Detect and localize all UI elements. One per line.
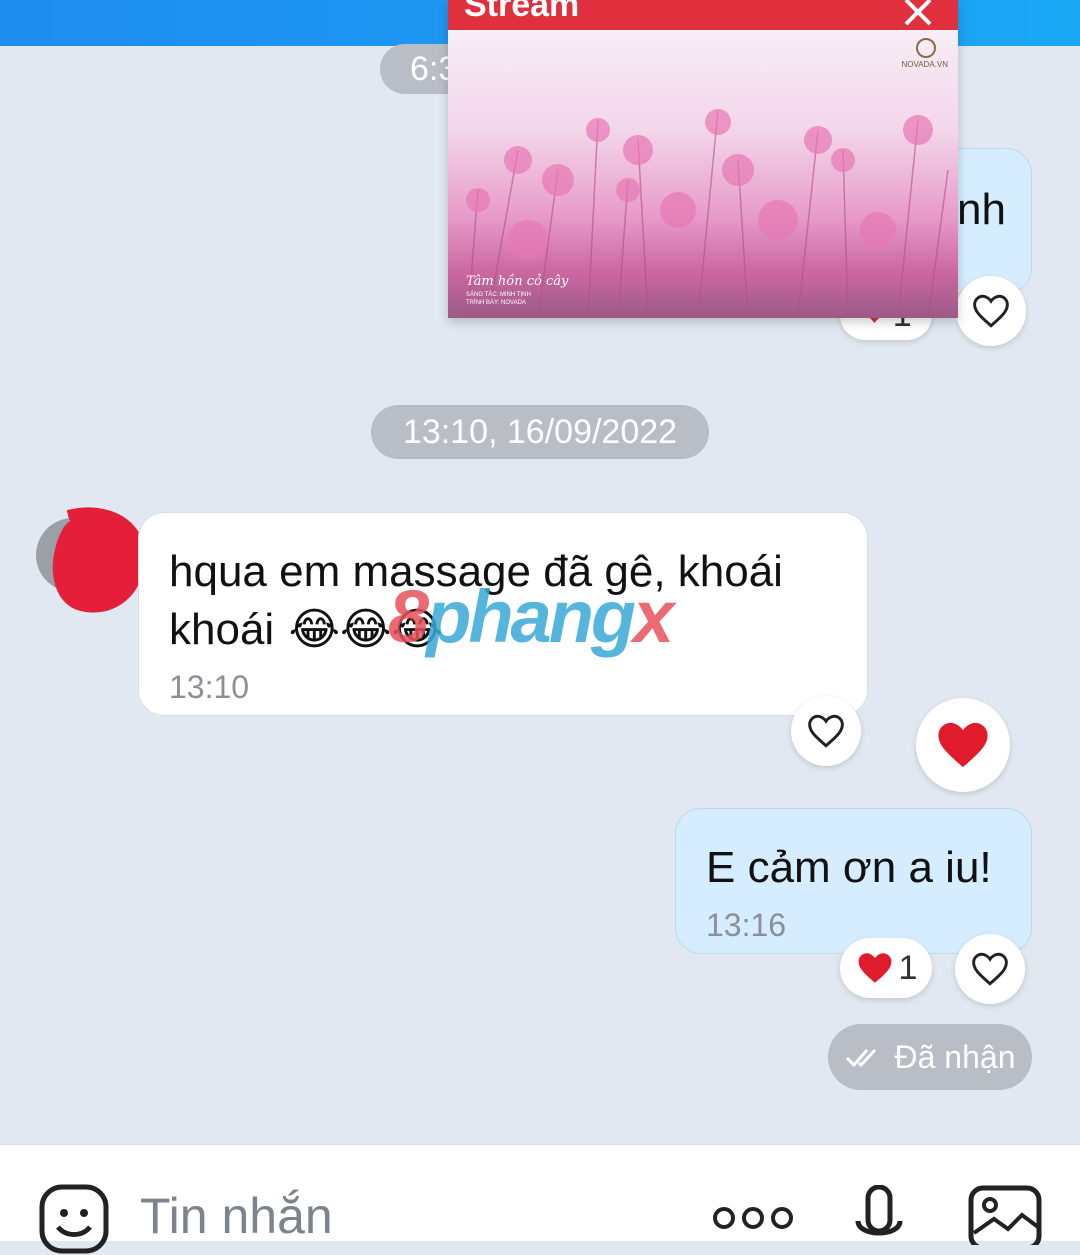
double-check-icon <box>845 1048 876 1068</box>
delivery-status-badge: Đã nhận <box>828 1024 1032 1090</box>
outgoing-message-time: 13:16 <box>706 907 787 943</box>
heart-outline-icon <box>973 294 1009 328</box>
incoming-message-line-2-text: khoái <box>169 605 275 654</box>
heart-filled-icon <box>858 953 891 983</box>
avatar-redaction-scribble <box>52 507 146 613</box>
stream-thumbnail-image[interactable]: NOVADA.VN Tâm hồn cỏ cây SÁNG TÁC: MINH … <box>448 30 958 318</box>
heart-reaction-button[interactable] <box>916 698 1010 792</box>
stream-caption-script: Tâm hồn cỏ cây <box>466 274 569 289</box>
stream-brand-watermark: NOVADA.VN <box>901 60 948 69</box>
incoming-message-line-1: hqua em massage đã gê, khoái <box>169 547 783 596</box>
outgoing-message-text: E cảm ơn a iu! <box>706 843 992 892</box>
heart-filled-icon <box>938 722 988 768</box>
incoming-message-time: 13:10 <box>169 669 250 705</box>
stream-title: Stream <box>464 0 580 24</box>
like-button-incoming[interactable] <box>791 696 861 766</box>
more-options-icon[interactable] <box>712 1203 794 1233</box>
outgoing-reaction-pill[interactable]: 1 <box>840 938 932 998</box>
heart-outline-icon <box>808 714 844 748</box>
delivery-status-text: Đã nhận <box>894 1038 1016 1075</box>
date-separator-text: 13:10, 16/09/2022 <box>402 412 678 451</box>
stream-caption-line-1: SÁNG TÁC: MINH TỊNH <box>466 292 531 298</box>
heart-outline-icon <box>972 952 1008 986</box>
like-button-outgoing[interactable] <box>955 934 1025 1004</box>
laughing-emoji-group: 😂😂😂 <box>288 605 443 654</box>
close-icon[interactable] <box>900 0 936 30</box>
stream-popup[interactable]: Stream NOVADA.VN Tâm hồn cỏ cây SÁNG TÁC… <box>448 0 958 318</box>
incoming-message-line-2: khoái 😂😂😂 <box>169 601 443 659</box>
message-input-field[interactable]: Tin nhắn <box>140 1187 333 1245</box>
outgoing-message-bubble[interactable]: E cảm ơn a iu! 13:16 <box>675 808 1032 954</box>
stream-header: Stream <box>448 0 958 30</box>
incoming-message-bubble[interactable]: hqua em massage đã gê, khoái khoái 😂😂😂 1… <box>138 512 868 716</box>
stream-caption-line-2: TRÌNH BÀY: NOVADA <box>466 300 526 306</box>
like-button-top[interactable] <box>956 276 1026 346</box>
partial-bubble-text: nh <box>957 185 1006 234</box>
outgoing-reaction-count: 1 <box>898 948 918 987</box>
sticker-face-icon[interactable] <box>38 1183 110 1255</box>
image-gallery-icon[interactable] <box>968 1185 1042 1245</box>
microphone-icon[interactable] <box>854 1185 904 1245</box>
date-separator: 13:10, 16/09/2022 <box>371 405 709 459</box>
message-input-bar: Tin nhắn <box>0 1144 1080 1254</box>
